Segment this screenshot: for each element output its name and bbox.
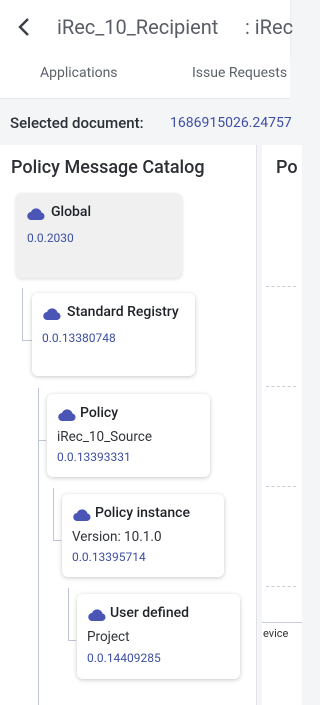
node-subtitle: Project bbox=[87, 629, 130, 645]
catalog-title: Policy Message Catalog bbox=[11, 157, 205, 178]
divider bbox=[266, 286, 296, 287]
page-title: iRec_10_Recipient bbox=[57, 15, 219, 39]
tab-issue-requests[interactable]: Issue Requests bbox=[192, 65, 287, 81]
tab-bar: Applications Issue Requests bbox=[0, 56, 290, 99]
page-title-continued: : iRec bbox=[245, 15, 294, 39]
tree-line bbox=[22, 288, 23, 340]
node-id[interactable]: 0.0.13380748 bbox=[42, 331, 116, 345]
side-panel-snippet: evice bbox=[263, 627, 289, 640]
catalog-node-policy[interactable]: Policy iRec_10_Source 0.0.13393331 bbox=[47, 394, 210, 477]
tab-applications[interactable]: Applications bbox=[40, 65, 118, 81]
node-id[interactable]: 0.0.13395714 bbox=[72, 550, 146, 564]
catalog-node-policy-instance[interactable]: Policy instance Version: 10.1.0 0.0.1339… bbox=[62, 494, 224, 577]
tree-line bbox=[38, 388, 39, 705]
tree-line bbox=[68, 640, 76, 641]
node-id[interactable]: 0.0.14409285 bbox=[87, 651, 161, 665]
catalog-node-global[interactable]: Global 0.0.2030 bbox=[16, 193, 182, 278]
app-header: iRec_10_Recipient : iRec bbox=[0, 0, 294, 56]
tree-line bbox=[68, 588, 69, 640]
node-type: Global bbox=[51, 204, 92, 220]
tree-line bbox=[53, 488, 54, 540]
cloud-icon bbox=[43, 308, 61, 320]
divider bbox=[266, 486, 296, 487]
tree-line bbox=[22, 340, 32, 341]
cloud-icon bbox=[73, 509, 91, 521]
policy-message-catalog-panel: Policy Message Catalog Global 0.0.2030 S… bbox=[0, 145, 257, 705]
selected-document-label: Selected document: bbox=[10, 114, 144, 132]
node-subtitle: Version: 10.1.0 bbox=[72, 529, 162, 545]
catalog-node-standard-registry[interactable]: Standard Registry 0.0.13380748 bbox=[32, 293, 195, 376]
cloud-icon bbox=[88, 609, 106, 621]
divider bbox=[266, 586, 296, 587]
catalog-node-user-defined[interactable]: User defined Project 0.0.14409285 bbox=[77, 594, 240, 679]
tree-line bbox=[53, 540, 61, 541]
node-type: Policy instance bbox=[95, 505, 190, 521]
node-id[interactable]: 0.0.2030 bbox=[27, 231, 74, 245]
node-type: Policy bbox=[80, 405, 119, 421]
node-type: User defined bbox=[110, 605, 190, 621]
selected-document-row: Selected document: 1686915026.24757 bbox=[10, 114, 292, 132]
side-panel: Po evice bbox=[262, 145, 302, 705]
selected-document-value[interactable]: 1686915026.24757 bbox=[170, 115, 292, 131]
side-panel-title: Po bbox=[276, 157, 298, 178]
tree-line bbox=[38, 440, 46, 441]
back-arrow-icon[interactable] bbox=[16, 17, 34, 37]
cloud-icon bbox=[27, 208, 45, 220]
node-type: Standard Registry bbox=[67, 304, 179, 320]
node-id[interactable]: 0.0.13393331 bbox=[57, 450, 131, 464]
cloud-icon bbox=[58, 409, 76, 421]
divider bbox=[262, 622, 302, 623]
node-subtitle: iRec_10_Source bbox=[57, 429, 153, 445]
divider bbox=[266, 386, 296, 387]
